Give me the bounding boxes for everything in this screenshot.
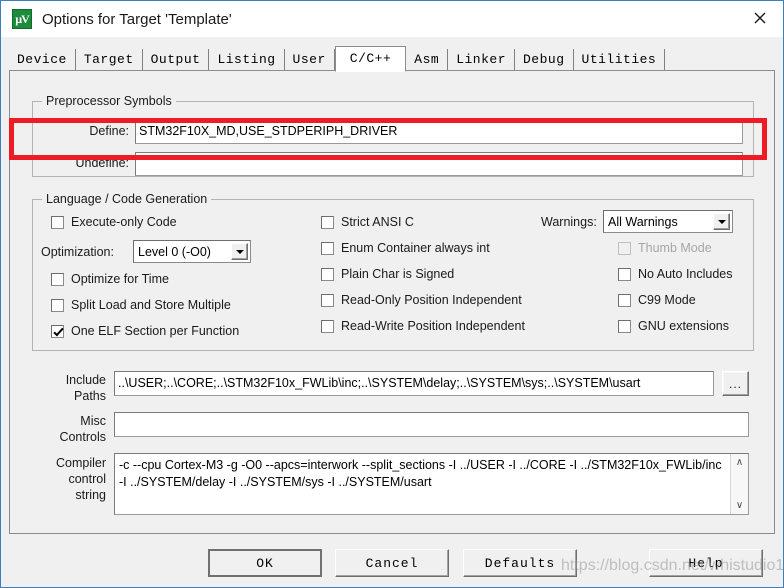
checkbox-box <box>618 293 631 307</box>
preprocessor-symbols-group: Preprocessor Symbols Define: STM32F10X_M… <box>32 94 754 177</box>
checkbox-label: Enum Container always int <box>341 241 490 255</box>
optimization-label: Optimization: <box>41 245 114 259</box>
chevron-down-icon[interactable] <box>231 243 248 260</box>
language-code-generation-group: Language / Code Generation Execute-only … <box>32 192 754 351</box>
tab-strip: Device Target Output Listing User C/C++ … <box>9 46 775 72</box>
checkbox-box <box>51 298 64 312</box>
compiler-control-label-line1: Compiler <box>55 456 106 470</box>
tab-device[interactable]: Device <box>9 49 76 71</box>
options-dialog: µV Options for Target 'Template' Device … <box>0 0 784 588</box>
checkbox-split-load-and-store-multiple[interactable]: Split Load and Store Multiple <box>51 298 231 312</box>
undefine-label: Undefine: <box>75 156 129 170</box>
checkbox-box <box>321 293 334 307</box>
tab-utilities[interactable]: Utilities <box>573 49 666 71</box>
define-input[interactable]: STM32F10X_MD,USE_STDPERIPH_DRIVER <box>135 120 743 144</box>
tab-c-cpp[interactable]: C/C++ <box>334 46 407 72</box>
help-button[interactable]: Help <box>649 549 763 577</box>
checkbox-label: C99 Mode <box>638 293 696 307</box>
checkbox-box <box>321 267 334 281</box>
checkbox-label: No Auto Includes <box>638 267 733 281</box>
compiler-control-label-line3: string <box>75 488 106 502</box>
checkbox-no-auto-includes[interactable]: No Auto Includes <box>618 267 733 281</box>
checkbox-label: Read-Write Position Independent <box>341 319 525 333</box>
checkbox-gnu-extensions[interactable]: GNU extensions <box>618 319 729 333</box>
warnings-label: Warnings: <box>541 215 597 229</box>
checkbox-label: Split Load and Store Multiple <box>71 298 231 312</box>
checkbox-plain-char-is-signed[interactable]: Plain Char is Signed <box>321 267 454 281</box>
misc-controls-label-line1: Misc <box>80 414 106 428</box>
checkbox-box <box>618 241 631 255</box>
window-title: Options for Target 'Template' <box>42 10 232 28</box>
checkbox-label: Read-Only Position Independent <box>341 293 522 307</box>
misc-controls-label-line2: Controls <box>59 430 106 444</box>
include-paths-input[interactable]: ..\USER;..\CORE;..\STM32F10x_FWLib\inc;.… <box>114 371 714 396</box>
app-icon-glyph: µV <box>15 12 30 26</box>
warnings-value: All Warnings <box>608 214 678 229</box>
checkbox-label: Optimize for Time <box>71 272 169 286</box>
optimization-select[interactable]: Level 0 (-O0) <box>133 240 251 263</box>
checkbox-box <box>321 319 334 333</box>
checkbox-box <box>321 215 334 229</box>
checkbox-label: Strict ANSI C <box>341 215 414 229</box>
tab-asm[interactable]: Asm <box>406 49 449 71</box>
checkbox-box <box>51 272 64 286</box>
c-cpp-panel: Preprocessor Symbols Define: STM32F10X_M… <box>9 70 775 534</box>
checkbox-read-only-position-independent[interactable]: Read-Only Position Independent <box>321 293 522 307</box>
checkbox-label: One ELF Section per Function <box>71 324 240 338</box>
compiler-control-scrollbar[interactable]: ∧ ∨ <box>730 454 748 514</box>
checkbox-box <box>321 241 334 255</box>
scroll-up-icon[interactable]: ∧ <box>731 454 748 471</box>
include-paths-label-line1: Include <box>65 373 106 387</box>
checkbox-label: Plain Char is Signed <box>341 267 455 281</box>
misc-controls-input[interactable] <box>114 412 749 437</box>
checkbox-box <box>618 267 631 281</box>
checkbox-box <box>618 319 631 333</box>
checkbox-label: GNU extensions <box>638 319 730 333</box>
preprocessor-group-title: Preprocessor Symbols <box>42 94 176 108</box>
tab-user[interactable]: User <box>284 49 335 71</box>
checkbox-one-elf-section-per-function[interactable]: One ELF Section per Function <box>51 324 239 338</box>
define-label: Define: <box>89 124 129 138</box>
tab-output[interactable]: Output <box>142 49 210 71</box>
checkbox-box <box>51 215 64 229</box>
defaults-button[interactable]: Defaults <box>463 549 577 577</box>
tab-target[interactable]: Target <box>75 49 143 71</box>
include-paths-label-line2: Paths <box>74 389 106 403</box>
ok-button[interactable]: OK <box>208 549 322 577</box>
cancel-button[interactable]: Cancel <box>335 549 449 577</box>
optimization-value: Level 0 (-O0) <box>138 244 211 259</box>
language-group-title: Language / Code Generation <box>42 192 212 206</box>
tab-debug[interactable]: Debug <box>515 49 574 71</box>
close-icon[interactable] <box>737 1 783 35</box>
compiler-control-string-textarea[interactable]: -c --cpu Cortex-M3 -g -O0 --apcs=interwo… <box>114 453 749 515</box>
checkbox-label: Execute-only Code <box>71 215 177 229</box>
warnings-select[interactable]: All Warnings <box>603 210 733 233</box>
checkbox-label: Thumb Mode <box>638 241 712 255</box>
keil-uvision-icon: µV <box>12 9 32 29</box>
tab-listing[interactable]: Listing <box>209 49 285 71</box>
compiler-control-string-value: -c --cpu Cortex-M3 -g -O0 --apcs=interwo… <box>119 458 726 489</box>
checkbox-enum-container-always-int[interactable]: Enum Container always int <box>321 241 490 255</box>
checkbox-c99-mode[interactable]: C99 Mode <box>618 293 696 307</box>
undefine-input[interactable] <box>135 152 743 176</box>
chevron-down-icon[interactable] <box>713 213 730 230</box>
checkbox-strict-ansi-c[interactable]: Strict ANSI C <box>321 215 414 229</box>
compiler-control-label-line2: control <box>68 472 106 486</box>
checkbox-execute-only-code[interactable]: Execute-only Code <box>51 215 177 229</box>
tab-linker[interactable]: Linker <box>448 49 515 71</box>
checkbox-read-write-position-independent[interactable]: Read-Write Position Independent <box>321 319 525 333</box>
include-paths-browse-button[interactable]: ... <box>722 371 749 396</box>
checkbox-thumb-mode: Thumb Mode <box>618 241 712 255</box>
checkbox-box <box>51 324 64 338</box>
scroll-down-icon[interactable]: ∨ <box>731 497 748 514</box>
title-bar: µV Options for Target 'Template' <box>1 1 783 37</box>
checkbox-optimize-for-time[interactable]: Optimize for Time <box>51 272 169 286</box>
